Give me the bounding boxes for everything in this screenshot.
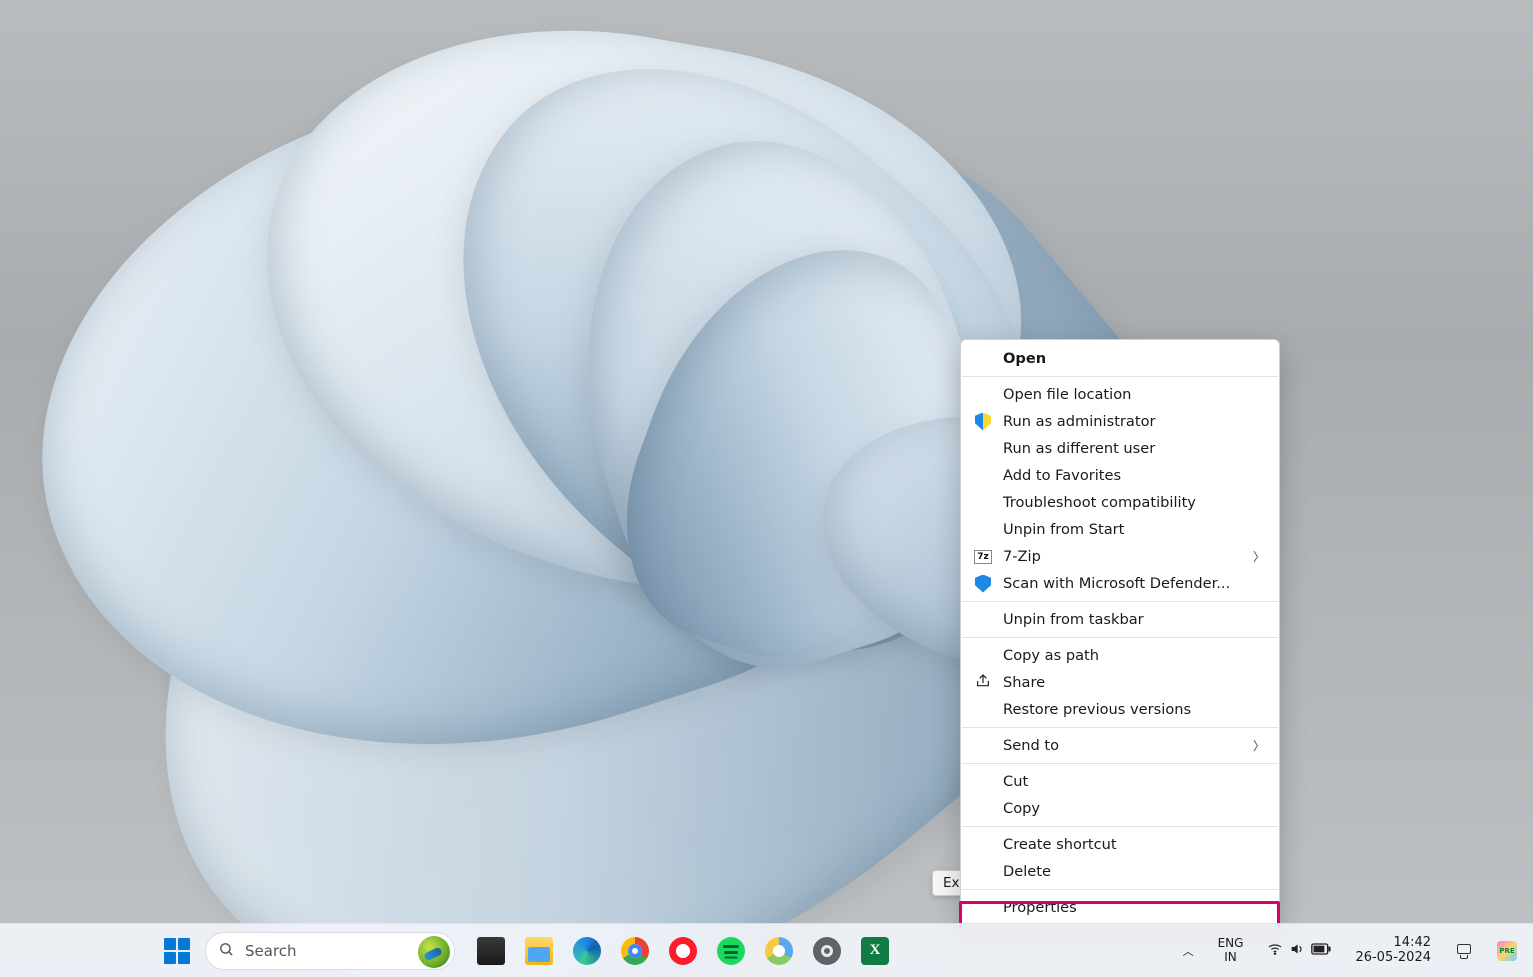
menu-item-unpin-from-start[interactable]: Unpin from Start	[961, 516, 1279, 543]
menu-separator	[962, 889, 1278, 890]
windows-copilot-button[interactable]	[1449, 938, 1479, 964]
menu-item-label: Run as administrator	[1003, 413, 1265, 430]
taskbar-app-chrome-canary[interactable]	[757, 929, 801, 973]
menu-item-copy[interactable]: Copy	[961, 795, 1279, 822]
copilot-icon	[1455, 942, 1473, 960]
menu-item-label: Copy as path	[1003, 647, 1265, 664]
menu-item-send-to[interactable]: Send to 〉	[961, 732, 1279, 759]
menu-item-unpin-from-taskbar[interactable]: Unpin from taskbar	[961, 606, 1279, 633]
start-button[interactable]	[155, 929, 199, 973]
desktop[interactable]: Excel OpenOpen file locationRun as admin…	[0, 0, 1533, 977]
wallpaper-bloom	[0, 0, 1533, 977]
lang-top: ENG	[1218, 937, 1244, 950]
quick-settings[interactable]	[1261, 937, 1337, 964]
menu-item-label: Cut	[1003, 773, 1265, 790]
taskbar-app-opera[interactable]	[661, 929, 705, 973]
windows-logo-icon	[164, 938, 190, 964]
menu-separator	[962, 763, 1278, 764]
taskbar: Search ︿ ENG IN	[0, 923, 1533, 977]
spotify-icon	[717, 937, 745, 965]
language-indicator[interactable]: ENG IN	[1212, 933, 1250, 967]
tray-overflow-button[interactable]: ︿	[1177, 939, 1200, 963]
taskbar-app-excel[interactable]	[853, 929, 897, 973]
menu-separator	[962, 601, 1278, 602]
menu-item-open[interactable]: Open	[961, 345, 1279, 372]
menu-separator	[962, 727, 1278, 728]
edge-icon	[573, 937, 601, 965]
preview-build-badge[interactable]: PRE	[1491, 937, 1523, 965]
task-view-icon	[477, 937, 505, 965]
taskbar-app-settings[interactable]	[805, 929, 849, 973]
menu-item-label: Run as different user	[1003, 440, 1265, 457]
sevenzip-icon: 7z	[974, 550, 992, 564]
menu-item-open-file-location[interactable]: Open file location	[961, 381, 1279, 408]
menu-item-copy-as-path[interactable]: Copy as path	[961, 642, 1279, 669]
taskbar-search[interactable]: Search	[205, 932, 455, 970]
menu-item-delete[interactable]: Delete	[961, 858, 1279, 885]
menu-separator	[962, 376, 1278, 377]
taskbar-app-task-view[interactable]	[469, 929, 513, 973]
menu-item-label: Scan with Microsoft Defender...	[1003, 575, 1265, 592]
taskbar-app-chrome[interactable]	[613, 929, 657, 973]
taskbar-app-spotify[interactable]	[709, 929, 753, 973]
excel-icon	[861, 937, 889, 965]
menu-item-label: Restore previous versions	[1003, 701, 1265, 718]
menu-item-properties[interactable]: Properties	[961, 894, 1279, 921]
context-menu: Open Open file location Run as administrat…	[960, 339, 1280, 927]
wifi-icon	[1267, 941, 1283, 960]
menu-item-add-to-favorites[interactable]: Add to Favorites	[961, 462, 1279, 489]
time-text: 14:42	[1355, 936, 1431, 951]
menu-item-label: Properties	[1003, 899, 1265, 916]
file-explorer-icon	[525, 937, 553, 965]
lang-bottom: IN	[1218, 951, 1244, 964]
taskbar-app-file-explorer[interactable]	[517, 929, 561, 973]
search-highlight-icon	[418, 936, 450, 968]
menu-item-label: Create shortcut	[1003, 836, 1265, 853]
menu-item-troubleshoot-compatibility[interactable]: Troubleshoot compatibility	[961, 489, 1279, 516]
menu-item-label: Troubleshoot compatibility	[1003, 494, 1265, 511]
settings-icon	[813, 937, 841, 965]
menu-item-label: Unpin from Start	[1003, 521, 1265, 538]
menu-item-cut[interactable]: Cut	[961, 768, 1279, 795]
shield-icon	[975, 413, 991, 431]
menu-item-share[interactable]: Share	[961, 669, 1279, 696]
search-icon	[218, 941, 235, 961]
battery-icon	[1311, 943, 1331, 958]
chrome-icon	[621, 937, 649, 965]
chevron-right-icon: 〉	[1253, 737, 1265, 754]
chevron-up-icon: ︿	[1183, 943, 1194, 959]
menu-item-label: Share	[1003, 674, 1265, 691]
menu-item-scan-with-microsoft-defender[interactable]: Scan with Microsoft Defender...	[961, 570, 1279, 597]
share-icon	[975, 673, 991, 693]
menu-item-label: Send to	[1003, 737, 1243, 754]
menu-item-label: Add to Favorites	[1003, 467, 1265, 484]
menu-item-label: Unpin from taskbar	[1003, 611, 1265, 628]
search-placeholder: Search	[245, 942, 297, 960]
menu-item-label: Copy	[1003, 800, 1265, 817]
defender-shield-icon	[975, 575, 991, 593]
system-tray: ︿ ENG IN 14:42	[1177, 932, 1523, 970]
menu-item-7-zip[interactable]: 7z 7-Zip 〉	[961, 543, 1279, 570]
menu-item-run-as-different-user[interactable]: Run as different user	[961, 435, 1279, 462]
volume-icon	[1289, 941, 1305, 960]
chrome-canary-icon	[765, 937, 793, 965]
taskbar-pinned-apps	[469, 929, 897, 973]
menu-item-label: 7-Zip	[1003, 548, 1243, 565]
taskbar-app-edge[interactable]	[565, 929, 609, 973]
date-text: 26-05-2024	[1355, 951, 1431, 966]
menu-item-run-as-administrator[interactable]: Run as administrator	[961, 408, 1279, 435]
menu-separator	[962, 637, 1278, 638]
menu-item-restore-previous-versions[interactable]: Restore previous versions	[961, 696, 1279, 723]
menu-item-label: Delete	[1003, 863, 1265, 880]
menu-separator	[962, 826, 1278, 827]
opera-icon	[669, 937, 697, 965]
clock[interactable]: 14:42 26-05-2024	[1349, 932, 1437, 970]
menu-item-label: Open file location	[1003, 386, 1265, 403]
menu-item-create-shortcut[interactable]: Create shortcut	[961, 831, 1279, 858]
taskbar-center: Search	[155, 929, 897, 973]
chevron-right-icon: 〉	[1253, 548, 1265, 565]
pre-icon: PRE	[1497, 941, 1517, 961]
menu-item-label: Open	[1003, 350, 1265, 367]
